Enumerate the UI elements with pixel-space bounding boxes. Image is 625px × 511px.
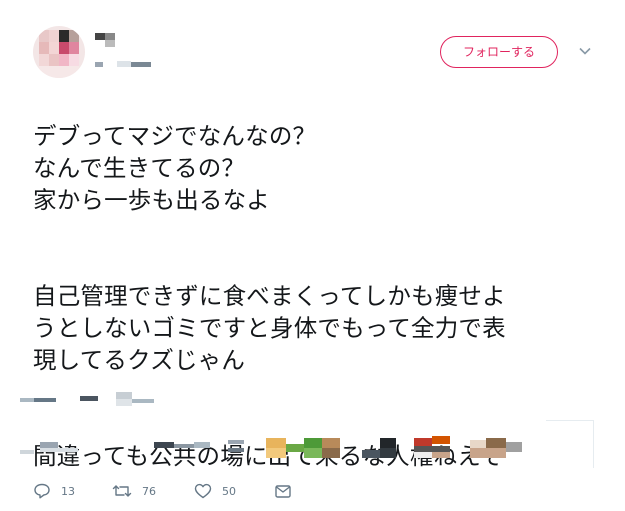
direct-message-button[interactable] [274, 480, 292, 502]
tweet-paragraph: 自己管理できずに食べまくってしかも痩せよ うとしないゴミですと身体でもって全力で… [33, 282, 506, 374]
reply-icon [33, 483, 51, 499]
reply-count: 13 [61, 484, 75, 498]
engagement-stats[interactable] [20, 392, 580, 412]
tweet-paragraph: デブってマジでなんなの？ なんで生きてるの？ 家から一歩も出るなよ [33, 122, 317, 214]
avatar[interactable] [33, 26, 85, 78]
like-button[interactable]: 50 [194, 480, 236, 502]
reply-button[interactable]: 13 [33, 480, 75, 502]
like-count: 50 [222, 484, 236, 498]
tweet-card: フォローする デブってマジでなんなの？ なんで生きてるの？ 家から一歩も出るなよ… [0, 0, 625, 511]
retweet-button[interactable]: 76 [112, 480, 156, 502]
divider [546, 420, 594, 421]
chevron-down-icon[interactable] [578, 43, 592, 57]
divider [593, 420, 594, 468]
retweet-count: 76 [142, 484, 156, 498]
liked-by-avatars[interactable] [20, 430, 580, 466]
retweet-icon [112, 483, 132, 499]
follow-button[interactable]: フォローする [440, 36, 558, 68]
heart-icon [194, 483, 212, 499]
envelope-icon [274, 483, 292, 499]
